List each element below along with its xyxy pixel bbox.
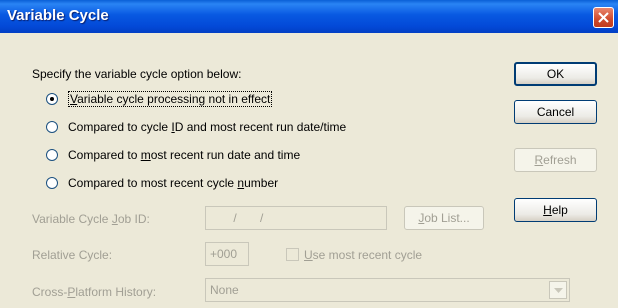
radio-button[interactable]: [46, 93, 58, 105]
variable-cycle-dialog: Variable Cycle Specify the variable cycl…: [0, 0, 618, 308]
radio-option-cycle-id-and-run-date[interactable]: Compared to cycle ID and most recent run…: [46, 118, 346, 136]
radio-button[interactable]: [46, 121, 58, 133]
radio-option-recent-run-date[interactable]: Compared to most recent run date and tim…: [46, 146, 300, 164]
radio-label: Compared to most recent run date and tim…: [68, 148, 301, 162]
radio-button[interactable]: [46, 149, 58, 161]
job-list-button[interactable]: Job List...: [404, 206, 484, 230]
radio-label: Variable cycle processing not in effect: [68, 91, 273, 107]
window-title: Variable Cycle: [7, 7, 109, 24]
ok-button[interactable]: OK: [514, 62, 597, 86]
radio-label: Compared to cycle ID and most recent run…: [68, 120, 347, 134]
job-id-label: Variable Cycle Job ID:: [32, 212, 150, 226]
instruction-text: Specify the variable cycle option below:: [32, 67, 242, 81]
cancel-button[interactable]: Cancel: [514, 100, 597, 124]
close-button[interactable]: [593, 7, 614, 28]
job-id-input[interactable]: / /: [205, 206, 387, 230]
radio-option-recent-cycle-number[interactable]: Compared to most recent cycle number: [46, 174, 278, 192]
cross-platform-history-value: None: [210, 283, 239, 297]
cross-platform-history-select[interactable]: None: [205, 278, 570, 302]
cross-platform-history-label: Cross-Platform History:: [32, 285, 157, 299]
close-icon: [598, 12, 609, 23]
use-most-recent-cycle-checkbox[interactable]: [286, 248, 299, 261]
chevron-down-icon: [554, 288, 563, 293]
use-most-recent-cycle-label: Use most recent cycle: [304, 248, 423, 262]
radio-button[interactable]: [46, 177, 58, 189]
radio-label: Compared to most recent cycle number: [68, 176, 279, 190]
dropdown-button[interactable]: [549, 281, 567, 299]
help-button[interactable]: Help: [514, 198, 597, 222]
relative-cycle-input[interactable]: +000: [205, 242, 249, 266]
relative-cycle-label: Relative Cycle:: [32, 248, 113, 262]
refresh-button[interactable]: Refresh: [514, 148, 597, 172]
radio-option-not-in-effect[interactable]: Variable cycle processing not in effect: [46, 90, 273, 108]
title-bar[interactable]: Variable Cycle: [0, 0, 618, 33]
